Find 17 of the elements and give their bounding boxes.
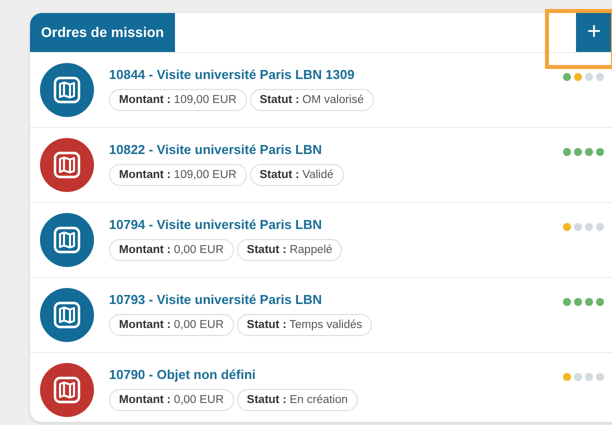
panel-title: Ordres de mission (30, 13, 175, 52)
order-title-link[interactable]: 10793 - Visite université Paris LBN (109, 292, 563, 307)
add-button[interactable]: + (576, 13, 612, 52)
info-chip: Statut : Validé (250, 164, 344, 186)
info-chip: Montant : 0,00 EUR (109, 239, 234, 261)
info-chip: Montant : 109,00 EUR (109, 164, 247, 186)
info-chip: Montant : 0,00 EUR (109, 314, 234, 336)
info-chip: Montant : 0,00 EUR (109, 389, 234, 411)
info-chip: Statut : En création (236, 389, 358, 411)
info-chip: Statut : Temps validés (236, 314, 372, 336)
order-title-link[interactable]: 10794 - Visite université Paris LBN (109, 217, 563, 232)
info-chip: Statut : Rappelé (236, 239, 342, 261)
order-title-link[interactable]: 10844 - Visite université Paris LBN 1309 (109, 67, 563, 82)
info-chip: Montant : 109,00 EUR (109, 89, 247, 111)
order-title-link[interactable]: 10822 - Visite université Paris LBN (109, 142, 563, 157)
order-title-link[interactable]: 10790 - Objet non défini (109, 367, 563, 382)
info-chip: Statut : OM valorisé (250, 89, 374, 111)
